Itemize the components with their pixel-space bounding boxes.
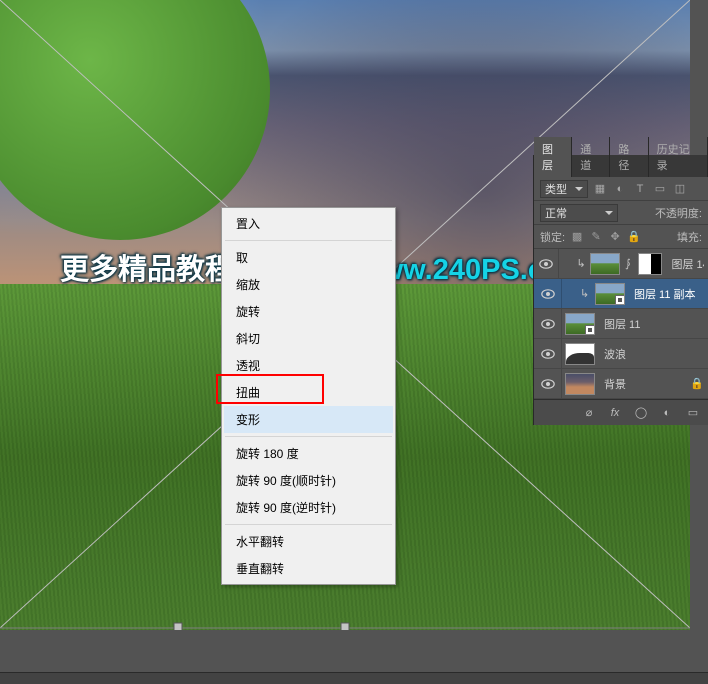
status-bar bbox=[0, 672, 708, 684]
layer-thumbnail[interactable] bbox=[565, 313, 595, 335]
lock-paint-icon[interactable]: ✎ bbox=[589, 230, 603, 244]
adjustment-layer-icon[interactable]: ◐ bbox=[660, 406, 674, 420]
lock-fill-row: 锁定: ▩ ✎ ✥ 🔒 填充: bbox=[534, 225, 708, 249]
layer-thumbnail[interactable] bbox=[595, 283, 625, 305]
visibility-toggle[interactable] bbox=[534, 249, 559, 278]
layer-thumbnail[interactable] bbox=[565, 343, 595, 365]
menu-item[interactable]: 变形 bbox=[224, 406, 393, 433]
layer-fx-icon[interactable]: fx bbox=[608, 406, 622, 420]
clip-indicator-icon: ↳ bbox=[577, 257, 587, 270]
layers-list[interactable]: ↳ ⨓ 图层 14 ↳ 图层 11 副本图层 11 波浪背景 🔒 bbox=[534, 249, 708, 399]
visibility-toggle[interactable] bbox=[534, 369, 562, 398]
menu-item[interactable]: 垂直翻转 bbox=[224, 555, 393, 582]
lock-label: 锁定: bbox=[540, 229, 565, 245]
menu-item[interactable]: 旋转 bbox=[224, 298, 393, 325]
menu-item[interactable]: 取 bbox=[224, 244, 393, 271]
menu-separator bbox=[225, 436, 392, 437]
menu-item[interactable]: 缩放 bbox=[224, 271, 393, 298]
layer-mask-thumbnail[interactable] bbox=[638, 253, 662, 275]
menu-item[interactable]: 旋转 180 度 bbox=[224, 440, 393, 467]
blend-opacity-row: 正常 不透明度: bbox=[534, 201, 708, 225]
menu-item[interactable]: 扭曲 bbox=[224, 379, 393, 406]
panel-tabs[interactable]: 图层 通道 路径 历史记录 bbox=[534, 155, 708, 177]
group-icon[interactable]: ▭ bbox=[686, 406, 700, 420]
blend-mode-dropdown[interactable]: 正常 bbox=[540, 204, 618, 222]
lock-transparency-icon[interactable]: ▩ bbox=[570, 230, 584, 244]
filter-pixel-icon[interactable]: ▦ bbox=[592, 181, 608, 197]
layer-filter-row[interactable]: 类型 ▦ ◐ T ▭ ◫ bbox=[534, 177, 708, 201]
panel-footer: ⌀ fx ◯ ◐ ▭ bbox=[534, 399, 708, 425]
menu-item[interactable]: 旋转 90 度(顺时针) bbox=[224, 467, 393, 494]
layers-panel[interactable]: 图层 通道 路径 历史记录 类型 ▦ ◐ T ▭ ◫ 正常 不透明度: 锁定: … bbox=[533, 155, 708, 425]
menu-item[interactable]: 旋转 90 度(逆时针) bbox=[224, 494, 393, 521]
menu-separator bbox=[225, 240, 392, 241]
smart-object-badge-icon bbox=[585, 325, 595, 335]
menu-item[interactable]: 透视 bbox=[224, 352, 393, 379]
filter-kind-dropdown[interactable]: 类型 bbox=[540, 180, 588, 198]
tab-layers[interactable]: 图层 bbox=[534, 137, 572, 177]
lock-icon[interactable]: 🔒 bbox=[690, 377, 704, 390]
layer-row[interactable]: 背景 🔒 bbox=[534, 369, 708, 399]
layer-name[interactable]: 波浪 bbox=[604, 346, 626, 362]
link-layers-icon[interactable]: ⌀ bbox=[582, 406, 596, 420]
opacity-label[interactable]: 不透明度: bbox=[655, 205, 702, 221]
layer-row[interactable]: 图层 11 bbox=[534, 309, 708, 339]
transform-context-menu[interactable]: 置入取缩放旋转斜切透视扭曲变形旋转 180 度旋转 90 度(顺时针)旋转 90… bbox=[221, 207, 396, 585]
menu-item[interactable]: 水平翻转 bbox=[224, 528, 393, 555]
layer-row[interactable]: ↳ 图层 11 副本 bbox=[534, 279, 708, 309]
lock-position-icon[interactable]: ✥ bbox=[608, 230, 622, 244]
menu-item[interactable]: 置入 bbox=[224, 210, 393, 237]
layer-name[interactable]: 图层 11 副本 bbox=[634, 286, 696, 302]
smart-object-badge-icon bbox=[615, 295, 625, 305]
filter-type-icon[interactable]: T bbox=[632, 181, 648, 197]
filter-adjust-icon[interactable]: ◐ bbox=[612, 181, 628, 197]
layer-name[interactable]: 图层 14 bbox=[671, 256, 704, 272]
mask-link-icon[interactable]: ⨓ bbox=[625, 257, 635, 270]
visibility-toggle[interactable] bbox=[534, 339, 562, 368]
layer-thumbnail[interactable] bbox=[590, 253, 620, 275]
visibility-toggle[interactable] bbox=[534, 309, 562, 338]
layer-name[interactable]: 图层 11 bbox=[604, 316, 640, 332]
clip-indicator-icon: ↳ bbox=[580, 287, 592, 300]
layer-thumbnail[interactable] bbox=[565, 373, 595, 395]
filter-shape-icon[interactable]: ▭ bbox=[652, 181, 668, 197]
layer-row[interactable]: 波浪 bbox=[534, 339, 708, 369]
visibility-toggle[interactable] bbox=[534, 279, 562, 308]
layer-mask-icon[interactable]: ◯ bbox=[634, 406, 648, 420]
tab-history[interactable]: 历史记录 bbox=[649, 137, 708, 177]
menu-item[interactable]: 斜切 bbox=[224, 325, 393, 352]
tab-channels[interactable]: 通道 bbox=[572, 137, 610, 177]
lock-all-icon[interactable]: 🔒 bbox=[627, 230, 641, 244]
tab-paths[interactable]: 路径 bbox=[610, 137, 648, 177]
filter-smart-icon[interactable]: ◫ bbox=[672, 181, 688, 197]
fill-label[interactable]: 填充: bbox=[677, 229, 702, 245]
menu-separator bbox=[225, 524, 392, 525]
layer-row[interactable]: ↳ ⨓ 图层 14 bbox=[534, 249, 708, 279]
layer-name[interactable]: 背景 bbox=[604, 376, 626, 392]
